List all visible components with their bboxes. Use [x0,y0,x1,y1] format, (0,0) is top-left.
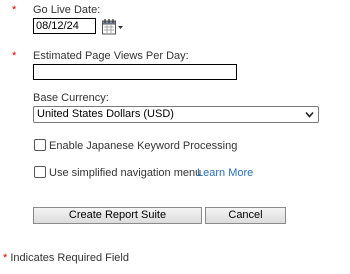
base-currency-select[interactable]: United States Dollars (USD) [33,106,319,123]
base-currency-value: United States Dollars (USD) [37,108,174,120]
calendar-picker-button[interactable] [101,18,125,36]
chevron-down-icon [305,111,314,118]
required-marker: * [12,4,17,16]
simplified-nav-label: Use simplified navigation menu [49,167,202,179]
japanese-keyword-label: Enable Japanese Keyword Processing [49,140,238,152]
japanese-keyword-checkbox[interactable] [34,139,46,151]
page-views-input[interactable] [33,64,237,80]
go-live-date-input[interactable] [33,18,96,34]
simplified-nav-checkbox[interactable] [34,166,46,178]
go-live-date-label: Go Live Date: [33,4,101,16]
calendar-icon [102,19,123,35]
base-currency-label: Base Currency: [33,92,109,104]
required-marker: * [12,50,17,62]
create-report-suite-button[interactable]: Create Report Suite [33,207,202,224]
page-views-label: Estimated Page Views Per Day: [33,50,189,62]
cancel-button[interactable]: Cancel [205,207,286,224]
required-field-note: * Indicates Required Field [3,252,129,264]
learn-more-link[interactable]: Learn More [197,167,253,179]
required-field-text: Indicates Required Field [7,252,129,264]
